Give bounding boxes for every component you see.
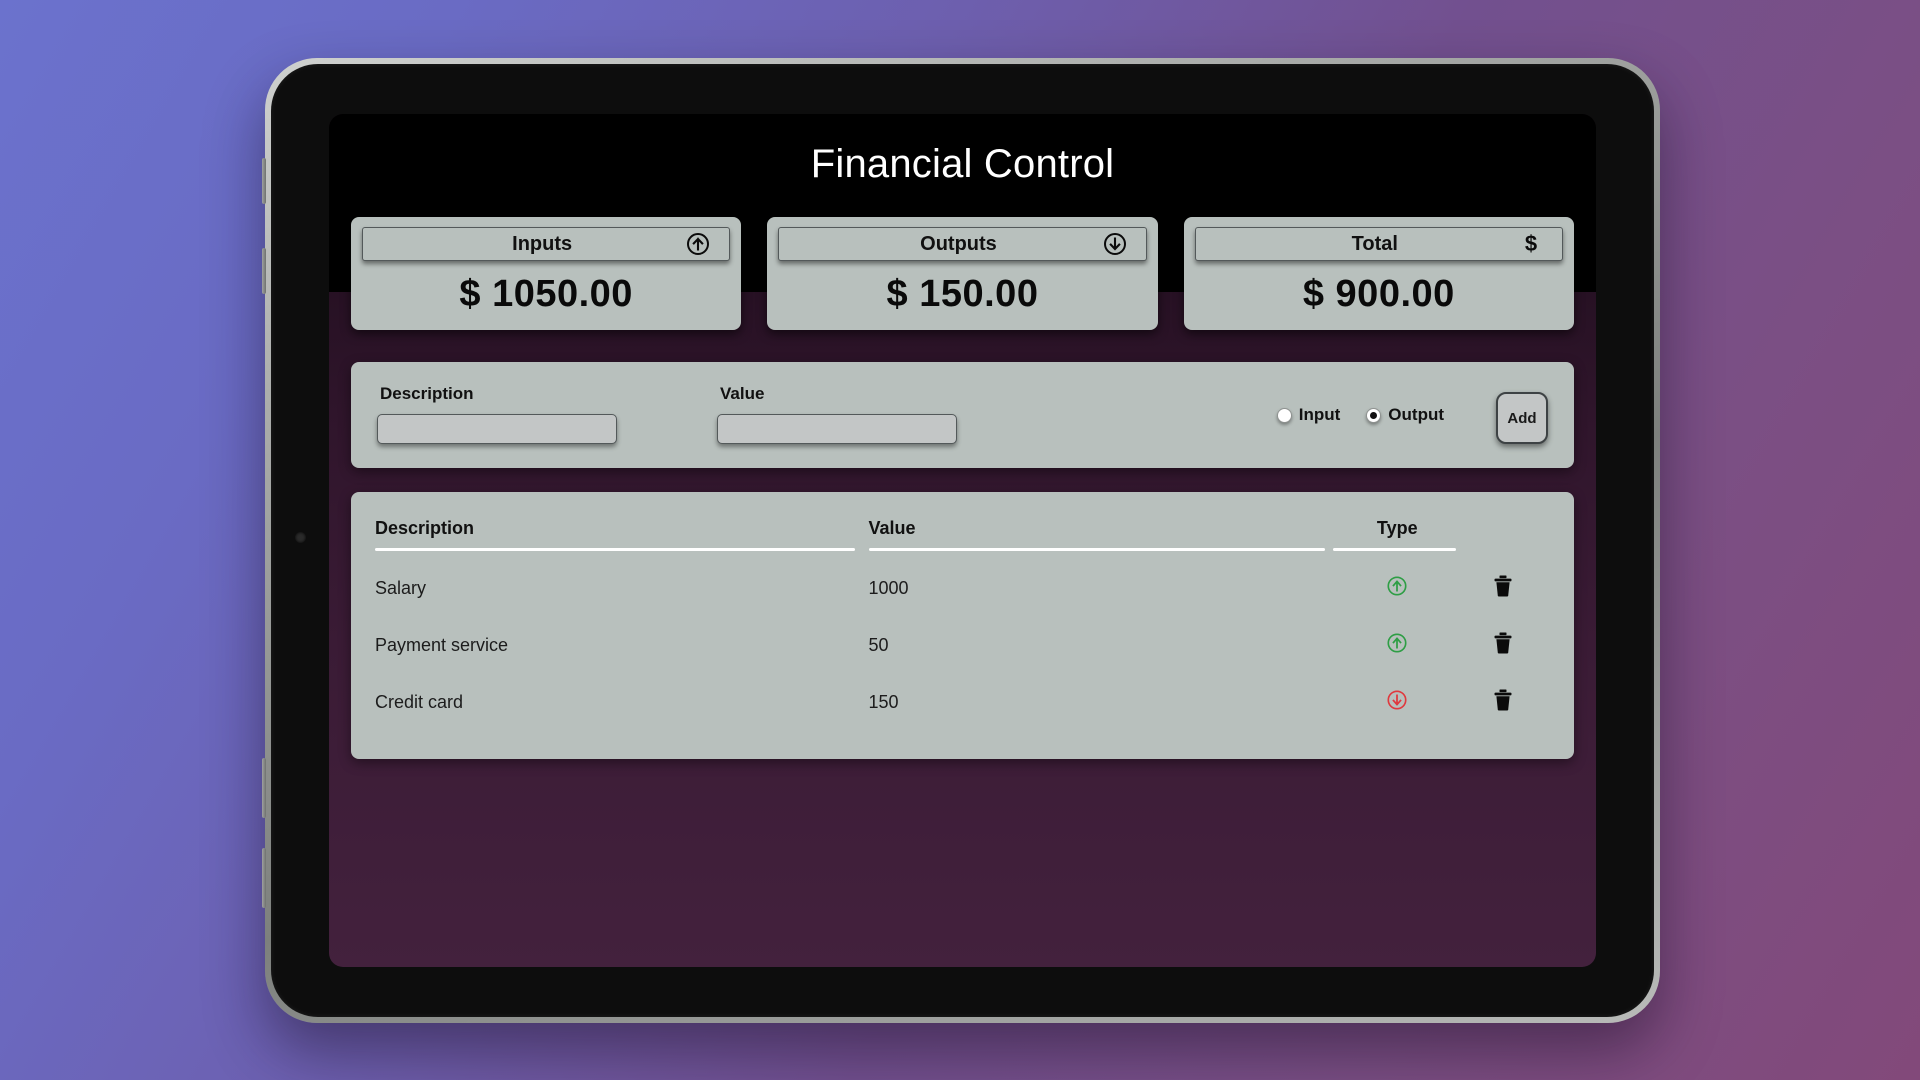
- table-row: Credit card 150: [375, 674, 1550, 731]
- transactions-table: Description Value Type Salary 1000 Payme…: [375, 518, 1550, 731]
- cell-actions: [1456, 560, 1550, 617]
- cell-value: 50: [868, 635, 889, 655]
- tablet-side-button: [262, 758, 266, 818]
- table-row: Salary 1000: [375, 560, 1550, 617]
- column-header-description-text: Description: [375, 518, 475, 538]
- radio-input-label: Input: [1298, 405, 1341, 424]
- summary-card-value: $ 150.00: [886, 273, 1039, 315]
- add-button[interactable]: Add: [1496, 392, 1548, 444]
- summary-card-label: Outputs: [920, 232, 997, 255]
- summary-card-header: Inputs: [362, 227, 731, 261]
- summary-card-header: Total $: [1194, 227, 1563, 261]
- arrow-up-circle-icon: [1386, 632, 1408, 659]
- delete-row-button[interactable]: [1493, 575, 1513, 597]
- tablet-frame: Financial Control Inputs $ 1050.00 Outpu…: [262, 58, 1660, 1023]
- column-rule: [1332, 548, 1456, 551]
- cell-type: [1339, 617, 1457, 674]
- value-input[interactable]: [717, 414, 957, 444]
- description-field-group: Description: [377, 384, 617, 444]
- cell-description: Payment service: [375, 635, 509, 655]
- table-header: Description Value Type: [375, 518, 1550, 560]
- type-radio-group: Input Output Add: [1276, 392, 1548, 444]
- value-label: Value: [720, 384, 765, 403]
- summary-card-label: Total: [1351, 232, 1398, 255]
- trash-icon: [1493, 575, 1513, 600]
- summary-card-value: $ 1050.00: [459, 273, 633, 315]
- page-title: Financial Control: [810, 142, 1115, 186]
- column-rule: [868, 548, 1325, 551]
- table-row: Payment service 50: [375, 617, 1550, 674]
- cell-value: 150: [868, 692, 899, 712]
- summary-card-header: Outputs: [778, 227, 1147, 261]
- summary-cards: Inputs $ 1050.00 Outputs $ 150.00 Total …: [329, 217, 1596, 330]
- radio-output-option[interactable]: Output: [1366, 405, 1444, 425]
- summary-card-inputs: Inputs $ 1050.00: [351, 217, 742, 330]
- summary-card-value: $ 900.00: [1302, 273, 1455, 315]
- summary-card-total: Total $ $ 900.00: [1183, 217, 1574, 330]
- tablet-side-button: [262, 158, 266, 204]
- cell-value: 1000: [868, 578, 909, 598]
- camera-icon: [295, 532, 306, 543]
- column-header-description: Description: [375, 518, 869, 560]
- delete-row-button[interactable]: [1493, 689, 1513, 711]
- column-header-value-text: Value: [868, 518, 916, 538]
- table-header-row: Description Value Type: [375, 518, 1550, 560]
- column-header-type: Type: [1332, 518, 1456, 560]
- arrow-down-circle-icon: [1102, 231, 1128, 257]
- arrow-down-circle-icon: [1386, 689, 1408, 716]
- tablet-side-button: [262, 848, 266, 908]
- cell-description: Credit card: [375, 692, 464, 712]
- cell-actions: [1456, 617, 1550, 674]
- tablet-bezel: Financial Control Inputs $ 1050.00 Outpu…: [271, 64, 1654, 1017]
- summary-card-label: Inputs: [512, 232, 573, 255]
- entry-form: Description Value Input Output Add: [351, 362, 1574, 468]
- radio-button-icon[interactable]: [1366, 407, 1382, 423]
- svg-text:$: $: [1525, 232, 1537, 256]
- radio-button-icon[interactable]: [1276, 407, 1292, 423]
- cell-actions: [1456, 674, 1550, 731]
- cell-type: [1339, 560, 1457, 617]
- arrow-up-circle-icon: [1386, 575, 1408, 602]
- app-header: Financial Control Inputs $ 1050.00 Outpu…: [329, 114, 1596, 330]
- cell-type: [1339, 674, 1457, 731]
- column-header-type-text: Type: [1376, 518, 1418, 538]
- delete-row-button[interactable]: [1493, 632, 1513, 654]
- radio-input-option[interactable]: Input: [1276, 405, 1341, 425]
- table-body: Salary 1000 Payment service 50 Credit ca…: [375, 560, 1550, 731]
- summary-card-outputs: Outputs $ 150.00: [767, 217, 1158, 330]
- radio-output-label: Output: [1388, 405, 1444, 424]
- transactions-panel: Description Value Type Salary 1000 Payme…: [351, 492, 1574, 759]
- app-body: Description Value Input Output Add Descr…: [329, 292, 1596, 967]
- column-header-value: Value: [868, 518, 1339, 560]
- value-field-group: Value: [717, 384, 957, 444]
- trash-icon: [1493, 689, 1513, 714]
- app-screen: Financial Control Inputs $ 1050.00 Outpu…: [329, 114, 1596, 967]
- tablet-side-button: [262, 248, 266, 294]
- dollar-sign-icon: $: [1518, 231, 1544, 257]
- description-input[interactable]: [377, 414, 617, 444]
- column-header-actions: [1456, 518, 1550, 560]
- arrow-up-circle-icon: [685, 231, 711, 257]
- trash-icon: [1493, 632, 1513, 657]
- cell-description: Salary: [375, 578, 427, 598]
- description-label: Description: [380, 384, 474, 403]
- column-rule: [375, 548, 855, 551]
